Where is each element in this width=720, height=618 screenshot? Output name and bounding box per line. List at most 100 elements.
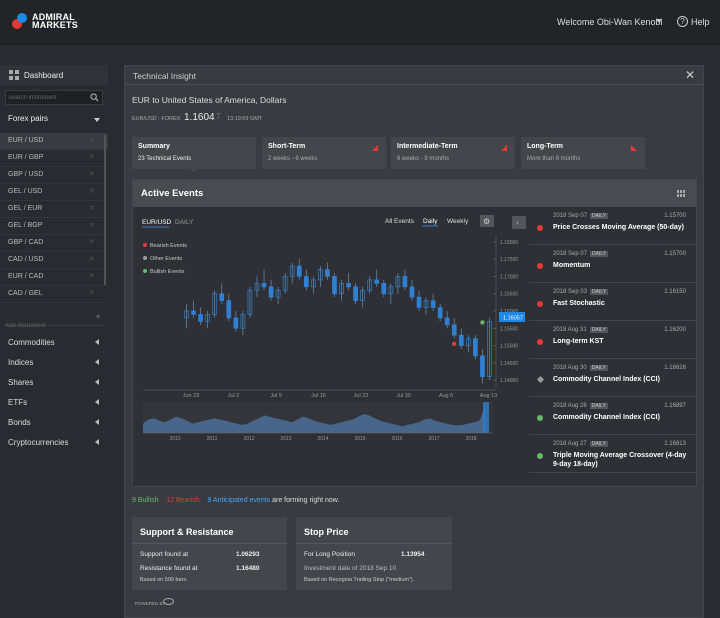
bearish-event-icon xyxy=(537,263,543,269)
event-item[interactable]: 2018 Aug 28 DAILY 1.16897 Commodity Channel… xyxy=(529,397,696,435)
chevron-down-icon[interactable] xyxy=(656,19,662,23)
event-list: 2018 Sep 07 DAILY 1.15700 Price Crosses Mov… xyxy=(529,207,696,486)
event-item[interactable]: 2018 Aug 31 DAILY 1.16200 Long-term KST xyxy=(529,321,696,359)
candle-body xyxy=(381,283,387,295)
tab-long-term[interactable]: Long-Term More than 9 months ◣ xyxy=(521,137,645,169)
resistance-label: Resistance found at xyxy=(140,565,198,572)
event-item[interactable]: 2018 Aug 30 DAILY 1.16626 Commodity Channel… xyxy=(529,359,696,397)
panel-title: Technical Insight xyxy=(133,71,196,81)
sidebar-item-bonds[interactable]: Bonds xyxy=(0,413,108,433)
pair-item[interactable]: EUR / USD ✕ xyxy=(0,133,108,150)
category-label: Indices xyxy=(8,358,34,367)
gear-icon[interactable]: ⚙ xyxy=(483,217,490,226)
tab-intermediate-term[interactable]: Intermediate-Term 6 weeks - 9 months ◢ xyxy=(391,137,515,169)
tab-short-term[interactable]: Short-Term 2 weeks - 6 weeks ◢ xyxy=(262,137,386,169)
dashboard-label: Dashboard xyxy=(24,71,64,80)
anticipated-count[interactable]: 9 Anticipated events xyxy=(208,497,271,504)
event-name: Triple Moving Average Crossover (4-day 9… xyxy=(553,452,687,468)
x-tick-label: Jul 2 xyxy=(228,393,240,399)
remove-icon[interactable]: ✕ xyxy=(88,238,94,246)
tab-title: Short-Term xyxy=(268,143,306,150)
event-name: Price Crosses Moving Average (50-day) xyxy=(553,224,684,231)
sidebar-item-indices[interactable]: Indices xyxy=(0,353,108,373)
active-events-card: Active Events EUR/USD DAILY All Events D… xyxy=(132,179,697,487)
forex-pairs-header[interactable]: Forex pairs xyxy=(0,111,108,127)
sidebar-item-etfs[interactable]: ETFs xyxy=(0,393,108,413)
x-tick-label: Jul 23 xyxy=(354,393,369,399)
event-item[interactable]: 2018 Sep 03 DAILY 1.16150 Fast Stochastic xyxy=(529,283,696,321)
help-icon[interactable]: ? xyxy=(677,16,688,27)
stop-value: 1.13954 xyxy=(401,551,425,558)
search-icon[interactable] xyxy=(90,93,99,102)
weekly-button[interactable]: Weekly xyxy=(447,218,469,225)
pair-item[interactable]: GEL / USD ✕ xyxy=(0,184,108,201)
current-price-tag-label: 1.16057 xyxy=(503,316,523,322)
pair-item[interactable]: EUR / CAD ✕ xyxy=(0,269,108,286)
x-tick-label: Jul 9 xyxy=(270,393,282,399)
event-item[interactable]: 2018 Sep 07 DAILY 1.15700 Price Crosses Mov… xyxy=(529,207,696,245)
search-input[interactable] xyxy=(8,91,88,104)
sidebar-item-commodities[interactable]: Commodities xyxy=(0,333,108,353)
event-item[interactable]: 2018 Sep 07 DAILY 1.15700 Momentum xyxy=(529,245,696,283)
daily-button[interactable]: Daily xyxy=(423,218,438,225)
welcome-user[interactable]: Welcome Obi-Wan Kenobi xyxy=(557,17,663,27)
candle-body xyxy=(480,355,485,377)
plus-icon[interactable]: + xyxy=(95,312,101,323)
event-item[interactable]: 2018 Aug 27 DAILY 1.16813 Triple Moving Ave… xyxy=(529,435,696,473)
pair-item[interactable]: EUR / GBP ✕ xyxy=(0,150,108,167)
instrument-name: EUR to United States of America, Dollars xyxy=(132,95,287,105)
price-chart: EUR/USD DAILY All Events Daily Weekly ⚙ … xyxy=(133,207,526,486)
event-price: 1.15700 xyxy=(664,213,686,219)
help-link[interactable]: Help xyxy=(691,17,710,27)
event-date: 2018 Aug 28 DAILY xyxy=(553,403,608,409)
pair-item[interactable]: GEL / EUR ✕ xyxy=(0,201,108,218)
bearish-event-icon xyxy=(537,225,543,231)
x-tick-label: Jun 23 xyxy=(183,393,200,399)
y-tick-label: 1.18000 xyxy=(500,240,518,246)
sidebar-dashboard[interactable]: Dashboard xyxy=(0,65,108,85)
divider xyxy=(296,543,452,544)
remove-icon[interactable]: ✕ xyxy=(88,272,94,280)
pair-item[interactable]: GEL / BGP ✕ xyxy=(0,218,108,235)
event-name: Fast Stochastic xyxy=(553,300,605,307)
divider xyxy=(125,84,705,85)
candle-body xyxy=(303,276,309,288)
all-events-button[interactable]: All Events xyxy=(385,218,415,225)
remove-icon[interactable]: ✕ xyxy=(88,170,94,178)
close-icon[interactable]: ✕ xyxy=(685,68,695,82)
remove-icon[interactable]: ✕ xyxy=(88,136,94,144)
stop-note: Based on Recognia Trailing Stop ("medium… xyxy=(304,577,415,583)
pair-item[interactable]: GBP / CAD ✕ xyxy=(0,235,108,252)
tab-pointer xyxy=(190,169,198,173)
remove-icon[interactable]: ✕ xyxy=(88,153,94,161)
tab-summary[interactable]: Summary 23 Technical Events xyxy=(132,137,256,169)
event-price: 1.16200 xyxy=(664,327,686,333)
bullish-count[interactable]: 9 Bullish xyxy=(132,497,158,504)
remove-icon[interactable]: ✕ xyxy=(88,221,94,229)
bearish-count[interactable]: 12 Bearish xyxy=(166,497,199,504)
event-badge: DAILY xyxy=(590,251,609,257)
remove-icon[interactable]: ✕ xyxy=(88,204,94,212)
current-price: 1.1604 xyxy=(184,112,215,123)
bearish-event-icon xyxy=(537,301,543,307)
tab-title: Long-Term xyxy=(527,143,564,150)
remove-icon[interactable]: ✕ xyxy=(88,289,94,297)
pair-item[interactable]: GBP / USD ✕ xyxy=(0,167,108,184)
candle-body xyxy=(261,283,267,288)
overview-navigator[interactable]: 2010 2011 2012 2013 2014 2015 2016 2017 2018 xyxy=(143,402,493,442)
remove-icon[interactable]: ✕ xyxy=(88,255,94,263)
support-note: Based on 500 bars. xyxy=(140,577,188,583)
grid-view-icon[interactable] xyxy=(677,190,686,197)
add-instrument-input[interactable] xyxy=(5,323,85,329)
remove-icon[interactable]: ✕ xyxy=(88,187,94,195)
sidebar-item-shares[interactable]: Shares xyxy=(0,373,108,393)
event-date: 2018 Aug 31 DAILY xyxy=(553,327,608,333)
next-button[interactable] xyxy=(512,216,526,229)
sidebar-item-cryptocurrencies[interactable]: Cryptocurrencies xyxy=(0,433,108,453)
chevron-right-icon[interactable]: › xyxy=(516,219,519,227)
support-resistance-title: Support & Resistance xyxy=(140,527,234,537)
pair-item[interactable]: CAD / USD ✕ xyxy=(0,252,108,269)
pair-list-scrollbar[interactable] xyxy=(104,135,106,285)
pair-item[interactable]: CAD / GEL ✕ xyxy=(0,286,108,303)
admiral-markets-logo[interactable]: ADMIRAL MARKETS xyxy=(12,13,78,30)
